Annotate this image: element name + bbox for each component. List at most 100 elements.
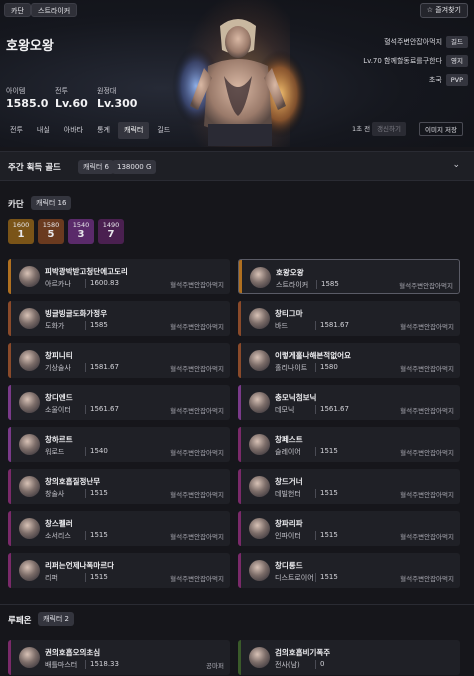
character-item-level: 1515: [320, 489, 338, 497]
character-guild: 혈석주변안잡아먹지: [170, 449, 224, 457]
character-class: 워로드: [45, 448, 65, 456]
level-group-badge[interactable]: 1580 5: [38, 219, 64, 244]
favorite-button[interactable]: ☆ 즐겨찾기: [419, 3, 468, 18]
character-card[interactable]: 창페스트 슬레이어 1515 혈석주변안잡아먹지: [238, 427, 460, 462]
character-name: 권의호흡오의초심: [45, 648, 101, 657]
pvp-text: 초국: [428, 76, 442, 84]
divider: [315, 531, 316, 540]
weekly-gold-amount: 138000 G: [112, 160, 157, 174]
character-item-level: 1585: [90, 321, 108, 329]
character-item-level: 0: [320, 660, 325, 668]
character-item-level: 1515: [90, 531, 108, 539]
character-card[interactable]: 빙글빙글도화가정우 도화가 1585 혈석주변안잡아먹지: [8, 301, 230, 336]
item-level-value: 1585.0: [6, 97, 49, 110]
avatar: [249, 392, 270, 413]
tab-stats[interactable]: 통계: [91, 122, 116, 139]
character-card[interactable]: 창피니티 기상술사 1581.67 혈석주변안잡아먹지: [8, 343, 230, 378]
character-guild: 혈석주변안잡아먹지: [400, 365, 454, 373]
character-class: 바드: [275, 322, 288, 330]
character-card[interactable]: 호왕오왕 스트라이커 1585 혈석주변안잡아먹지: [238, 259, 460, 294]
avatar: [19, 560, 40, 581]
card-accent-bar: [238, 385, 241, 420]
character-item-level: 1561.67: [90, 405, 119, 413]
divider: [315, 660, 316, 669]
character-header: 카단 스트라이커 ☆ 즐겨찾기 호왕오왕 아이템 1585.0 전투 Lv.60…: [0, 0, 474, 147]
character-guild: 혈석주변안잡아먹지: [400, 533, 454, 541]
character-card[interactable]: 창의호흡질정난무 창술사 1515 혈석주변안잡아먹지: [8, 469, 230, 504]
level-group-count: 3: [77, 229, 85, 240]
character-name: 창의호흡질정난무: [45, 477, 101, 486]
character-guild: 혈석주변안잡아먹지: [170, 323, 224, 331]
character-card[interactable]: 창티그마 바드 1581.67 혈석주변안잡아먹지: [238, 301, 460, 336]
save-image-button[interactable]: 이미지 저장: [419, 122, 463, 136]
combat-level-value: Lv.60: [55, 97, 88, 110]
character-name: 창디엔드: [45, 393, 73, 402]
character-name: 창티그마: [275, 309, 303, 318]
level-group-level: 1580: [42, 221, 60, 229]
avatar: [19, 647, 40, 668]
character-guild: 혈석주변안잡아먹지: [400, 323, 454, 331]
character-card[interactable]: 창디엔드 소울이터 1561.67 혈석주변안잡아먹지: [8, 385, 230, 420]
character-card[interactable]: 피박광박받고청단에고도리 아르카나 1600.83 혈석주변안잡아먹지: [8, 259, 230, 294]
tab-inner[interactable]: 내실: [31, 122, 56, 139]
weekly-gold-title: 주간 획득 골드: [8, 163, 61, 173]
tab-characters[interactable]: 캐릭터: [118, 122, 150, 139]
level-group-level: 1490: [102, 221, 120, 229]
tab-combat[interactable]: 전투: [4, 122, 29, 139]
card-accent-bar: [238, 553, 241, 588]
avatar: [249, 308, 270, 329]
level-group-badge[interactable]: 1490 7: [98, 219, 124, 244]
card-accent-bar: [8, 385, 11, 420]
character-guild: 혈석주변안잡아먹지: [170, 575, 224, 583]
expedition-level-value: Lv.300: [97, 97, 138, 110]
chevron-down-icon[interactable]: ⌄: [452, 160, 460, 170]
level-group-badge[interactable]: 1600 1: [8, 219, 34, 244]
estate-row: Lv.70 함께할동료를구한다 영지: [363, 55, 468, 67]
server-title: 카단: [8, 200, 24, 210]
sync-time: 1초 전: [352, 125, 371, 133]
card-accent-bar: [8, 553, 11, 588]
card-accent-bar: [238, 511, 241, 546]
character-card[interactable]: 충모닉첨보닉 데모닉 1561.67 혈석주변안잡아먹지: [238, 385, 460, 420]
weekly-gold-bar[interactable]: 주간 획득 골드 캐릭터 6 138000 G ⌄: [0, 151, 474, 181]
divider: [85, 279, 86, 288]
character-class: 아르카나: [45, 280, 71, 288]
class-chip[interactable]: 스트라이커: [31, 3, 78, 17]
server-chip[interactable]: 카단: [4, 3, 31, 17]
combat-level-label: 전투: [55, 87, 68, 95]
card-accent-bar: [8, 427, 11, 462]
character-name: 창디롱드: [275, 561, 303, 570]
character-guild: 혈석주변안잡아먹지: [400, 449, 454, 457]
character-card[interactable]: 리퍼는언제나폭마르다 리퍼 1515 혈석주변안잡아먹지: [8, 553, 230, 588]
character-card[interactable]: 이렇게홀나해본적없어요 홀리나이트 1580 혈석주변안잡아먹지: [238, 343, 460, 378]
divider: [315, 573, 316, 582]
character-guild: 혈석주변안잡아먹지: [399, 282, 453, 290]
guild-name: 혈석주변안잡아먹지: [384, 38, 443, 46]
tab-guild[interactable]: 길드: [151, 122, 176, 139]
character-name: 빙글빙글도화가정우: [45, 309, 108, 318]
character-card[interactable]: 창하르트 워로드 1540 혈석주변안잡아먹지: [8, 427, 230, 462]
character-name: 창페스트: [275, 435, 303, 444]
character-guild: 혈석주변안잡아먹지: [170, 281, 224, 289]
character-card[interactable]: 검의호흡비기폭주 전사(남) 0: [238, 640, 460, 675]
character-guild: 혈석주변안잡아먹지: [400, 407, 454, 415]
divider: [315, 363, 316, 372]
character-card[interactable]: 창파리파 인파이터 1515 혈석주변안잡아먹지: [238, 511, 460, 546]
tab-avatar[interactable]: 아바타: [58, 122, 89, 139]
character-card[interactable]: 창드거너 데빌헌터 1515 혈석주변안잡아먹지: [238, 469, 460, 504]
level-group-badge[interactable]: 1540 3: [68, 219, 94, 244]
character-item-level: 1561.67: [320, 405, 349, 413]
rupeon-character-count: 캐릭터 2: [38, 612, 74, 626]
avatar: [19, 518, 40, 539]
character-card[interactable]: 창스펠러 소서리스 1515 혈석주변안잡아먹지: [8, 511, 230, 546]
divider: [85, 660, 86, 669]
divider: [85, 573, 86, 582]
divider: [316, 280, 317, 289]
character-card[interactable]: 창디롱드 디스트로이어 1515 혈석주변안잡아먹지: [238, 553, 460, 588]
avatar: [19, 266, 40, 287]
card-accent-bar: [238, 469, 241, 504]
character-card[interactable]: 권의호흡오의초심 배틀마스터 1518.33 공마퍼: [8, 640, 230, 675]
character-portrait: [172, 19, 308, 146]
character-class: 리퍼: [45, 574, 58, 582]
refresh-button[interactable]: 갱신하기: [372, 122, 406, 136]
